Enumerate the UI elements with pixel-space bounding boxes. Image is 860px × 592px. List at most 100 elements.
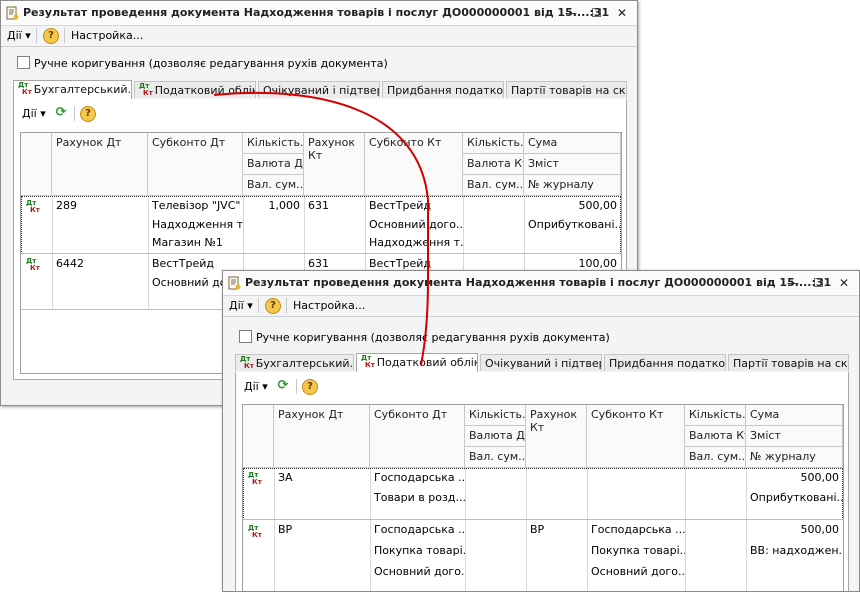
cell-amount: 500,00 xyxy=(578,199,618,212)
manual-edit-checkbox[interactable]: Ручне коригування (дозволяє редагування … xyxy=(239,330,610,344)
table-header xyxy=(21,133,52,196)
tab-goods-batches[interactable]: Партії товарів на ск... xyxy=(728,354,849,371)
help-icon[interactable]: ? xyxy=(302,379,318,395)
toolbar-separator xyxy=(258,298,259,313)
maximize-icon[interactable]: ☐ xyxy=(586,4,608,22)
grid-actions-button[interactable]: Дії ▾ xyxy=(244,379,268,394)
col-amount[interactable]: Сума xyxy=(746,405,843,426)
tab-accounting[interactable]: Дт Кт Бухгалтерський... xyxy=(235,354,354,371)
maximize-icon[interactable]: ☐ xyxy=(808,274,830,292)
col-kt-account[interactable]: Рахунок Кт xyxy=(304,133,365,196)
tab-goods-batches[interactable]: Партії товарів на ск... xyxy=(506,81,627,98)
actions-label: Дії xyxy=(229,299,244,312)
col-journal[interactable]: № журналу xyxy=(746,447,843,468)
dt-kt-icon: Дт Кт xyxy=(248,524,262,539)
actions-menu-button[interactable]: Дії ▾ xyxy=(7,28,31,43)
tab-label: Очікуваний і підтвер... xyxy=(485,357,601,370)
cell-dt-account: 289 xyxy=(56,199,77,212)
title-bar[interactable]: Результат проведення документа Надходжен… xyxy=(223,271,859,296)
col-kt-account[interactable]: Рахунок Кт xyxy=(526,405,587,468)
col-dt-account[interactable]: Рахунок Дт xyxy=(274,405,370,468)
col-dt-currency[interactable]: Валюта Дт xyxy=(243,154,304,175)
table-header xyxy=(243,405,274,468)
window-tax-accounting: Результат проведення документа Надходжен… xyxy=(222,270,860,592)
cell-content: ВВ: надходжен... xyxy=(750,544,843,557)
title-bar[interactable]: Результат проведення документа Надходжен… xyxy=(1,1,637,26)
col-kt-cur-amount[interactable]: Вал. сум... xyxy=(685,447,746,468)
tab-tax-purchase[interactable]: Придбання податко... xyxy=(382,81,504,98)
cell-kt-subconto-1: ВестТрейд xyxy=(369,199,431,212)
tab-expected-confirmed[interactable]: Очікуваний і підтвер... xyxy=(258,81,380,98)
cell-dt-subconto-2: Покупка товарі... xyxy=(374,544,465,557)
cell-dt-subconto-2: Товари в розд... xyxy=(374,491,465,504)
close-icon[interactable]: ✕ xyxy=(611,4,633,22)
col-dt-subconto[interactable]: Субконто Дт xyxy=(370,405,465,468)
dt-kt-icon: Дт Кт xyxy=(139,82,153,97)
col-content[interactable]: Зміст xyxy=(524,154,621,175)
tab-label: Придбання податко... xyxy=(609,357,726,370)
cell-kt-account: 631 xyxy=(308,199,329,212)
cell-kt-subconto-2: Покупка товарі... xyxy=(591,544,685,557)
help-icon[interactable]: ? xyxy=(43,28,59,44)
form-toolbar: Дії ▾ ? Настройка... xyxy=(223,295,859,317)
col-dt-cur-amount[interactable]: Вал. сум... xyxy=(465,447,526,468)
help-icon[interactable]: ? xyxy=(80,106,96,122)
manual-edit-checkbox[interactable]: Ручне коригування (дозволяє редагування … xyxy=(17,56,388,70)
cell-dt-subconto-1: Господарська ... xyxy=(374,523,465,536)
cell-kt-subconto-1: Господарська ... xyxy=(591,523,685,536)
toolbar-separator xyxy=(286,298,287,313)
tab-tax-purchase[interactable]: Придбання податко... xyxy=(604,354,726,371)
window-title: Результат проведення документа Надходжен… xyxy=(23,6,610,19)
col-content[interactable]: Зміст xyxy=(746,426,843,447)
toolbar-separator xyxy=(74,106,75,121)
col-dt-qty[interactable]: Кількість... xyxy=(243,133,304,154)
cell-content: Оприбутковані... xyxy=(750,491,843,504)
cell-amount: 500,00 xyxy=(800,471,840,484)
tab-accounting[interactable]: Дт Кт Бухгалтерський... xyxy=(13,80,132,99)
minimize-icon[interactable]: — xyxy=(560,4,582,22)
tab-expected-confirmed[interactable]: Очікуваний і підтвер... xyxy=(480,354,602,371)
col-kt-qty[interactable]: Кількість... xyxy=(685,405,746,426)
col-journal[interactable]: № журналу xyxy=(524,175,621,196)
dt-kt-icon: Дт Кт xyxy=(18,81,32,96)
tab-tax-accounting[interactable]: Дт Кт Податковий облік xyxy=(356,353,478,372)
close-icon[interactable]: ✕ xyxy=(833,274,855,292)
tab-label: Придбання податко... xyxy=(387,84,504,97)
col-dt-account[interactable]: Рахунок Дт xyxy=(52,133,148,196)
refresh-icon[interactable]: ⟳ xyxy=(276,379,290,393)
cell-dt-account: 6442 xyxy=(56,257,84,270)
postings-table[interactable]: Рахунок Дт Субконто Дт Кількість... Валю… xyxy=(242,404,844,591)
col-amount[interactable]: Сума xyxy=(524,133,621,154)
minimize-icon[interactable]: — xyxy=(782,274,804,292)
cell-amount: 500,00 xyxy=(800,523,840,536)
refresh-icon[interactable]: ⟳ xyxy=(54,106,68,120)
col-kt-currency[interactable]: Валюта Кт xyxy=(685,426,746,447)
checkbox-box[interactable] xyxy=(239,330,252,343)
settings-button[interactable]: Настройка... xyxy=(71,28,143,43)
dt-kt-icon: Дт Кт xyxy=(248,471,262,486)
cell-dt-account: ЗА xyxy=(278,471,293,484)
col-dt-qty[interactable]: Кількість... xyxy=(465,405,526,426)
col-kt-subconto[interactable]: Субконто Кт xyxy=(587,405,685,468)
help-icon[interactable]: ? xyxy=(265,298,281,314)
col-kt-currency[interactable]: Валюта Кт xyxy=(463,154,524,175)
tab-strip: Дт Кт Бухгалтерський... Дт Кт Податковий обл… xyxy=(13,80,627,100)
actions-menu-button[interactable]: Дії ▾ xyxy=(229,298,253,313)
col-kt-subconto[interactable]: Субконто Кт xyxy=(365,133,463,196)
tab-tax-accounting[interactable]: Дт Кт Податковий облік xyxy=(134,81,256,98)
col-kt-qty[interactable]: Кількість... xyxy=(463,133,524,154)
col-dt-currency[interactable]: Валюта Дт xyxy=(465,426,526,447)
tab-panel: Дії ▾ ⟳ ? Рахунок Дт Субконто Дт Кількіс… xyxy=(235,372,849,591)
grid-actions-label: Дії xyxy=(22,107,37,120)
col-dt-cur-amount[interactable]: Вал. сум... xyxy=(243,175,304,196)
settings-button[interactable]: Настройка... xyxy=(293,298,365,313)
col-kt-cur-amount[interactable]: Вал. сум... xyxy=(463,175,524,196)
toolbar-separator xyxy=(36,28,37,43)
grid-actions-button[interactable]: Дії ▾ xyxy=(22,106,46,121)
col-dt-subconto[interactable]: Субконто Дт xyxy=(148,133,243,196)
toolbar-separator xyxy=(64,28,65,43)
tab-label: Бухгалтерський... xyxy=(33,83,132,96)
tab-label: Податковий облік xyxy=(376,356,478,369)
actions-label: Дії xyxy=(7,29,22,42)
checkbox-box[interactable] xyxy=(17,56,30,69)
